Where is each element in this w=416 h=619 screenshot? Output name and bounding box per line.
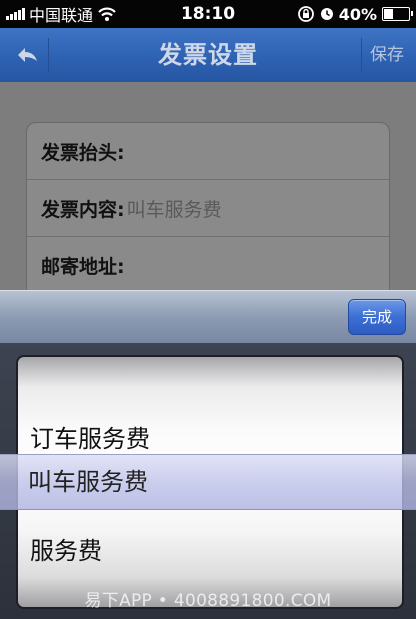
content-area: 发票抬头: 发票内容: 叫车服务费 邮寄地址: bbox=[0, 82, 416, 324]
status-left: 中国联通 bbox=[0, 2, 117, 26]
rotation-lock-icon bbox=[297, 6, 314, 22]
picker-option[interactable]: 服务费 bbox=[18, 523, 402, 579]
page-title: 发票设置 bbox=[158, 41, 258, 69]
wifi-icon bbox=[98, 7, 116, 21]
mailing-address-label: 邮寄地址: bbox=[41, 255, 125, 278]
invoice-content-label: 发票内容: bbox=[41, 198, 125, 221]
battery-percent: 40% bbox=[338, 4, 377, 24]
mailing-address-row[interactable]: 邮寄地址: bbox=[27, 237, 389, 294]
alarm-icon bbox=[320, 8, 333, 20]
watermark: 易下APP • 4008891800.COM bbox=[84, 591, 332, 611]
invoice-content-value: 叫车服务费 bbox=[126, 198, 222, 221]
status-right: 40% bbox=[297, 4, 413, 24]
picker-toolbar: 完成 bbox=[0, 290, 416, 344]
signal-icon bbox=[6, 8, 25, 20]
invoice-content-row[interactable]: 发票内容: 叫车服务费 bbox=[27, 180, 389, 237]
save-button[interactable]: 保存 bbox=[361, 38, 412, 72]
invoice-title-row[interactable]: 发票抬头: bbox=[27, 123, 389, 180]
invoice-title-label: 发票抬头: bbox=[41, 141, 125, 164]
picker-selected-option[interactable]: 叫车服务费 bbox=[28, 454, 148, 510]
carrier-label: 中国联通 bbox=[29, 6, 94, 25]
navigation-bar: 发票设置 保存 bbox=[0, 28, 416, 83]
back-button[interactable] bbox=[8, 38, 49, 72]
done-button[interactable]: 完成 bbox=[348, 299, 406, 335]
battery-icon bbox=[382, 7, 413, 21]
status-bar: 中国联通 18:10 40% bbox=[0, 0, 416, 28]
back-arrow-icon bbox=[18, 48, 37, 62]
